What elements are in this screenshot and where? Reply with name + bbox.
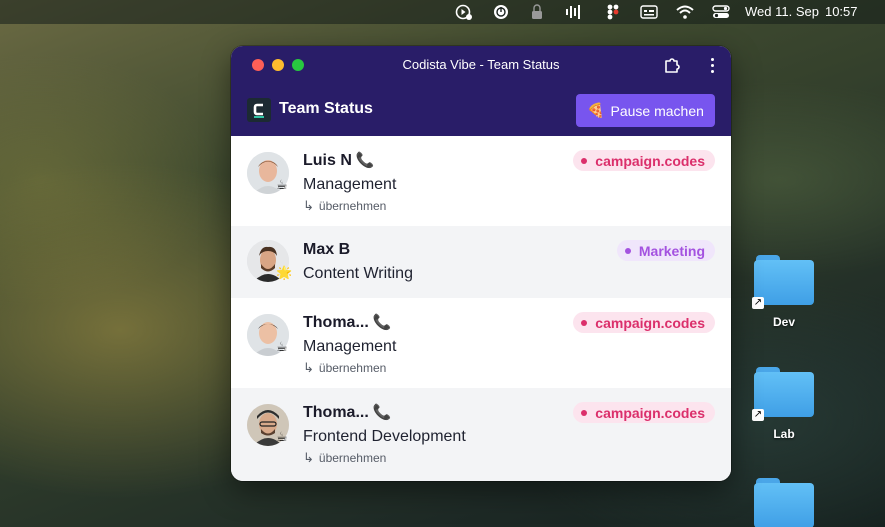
folder-icon bbox=[754, 478, 814, 527]
phone-icon: 📞 bbox=[372, 314, 392, 331]
project-tag: Marketing bbox=[616, 240, 715, 261]
window-header: Codista Vibe - Team Status Team Status 🍕… bbox=[231, 46, 731, 136]
status-coffee-icon: ☕ bbox=[276, 339, 288, 354]
codista-logo bbox=[247, 98, 271, 122]
status-coffee-icon: ☕ bbox=[276, 177, 288, 192]
status-star-icon: 🌟 bbox=[276, 265, 293, 280]
member-department: Frontend Development bbox=[303, 428, 466, 445]
pause-button-label: Pause machen bbox=[610, 102, 704, 119]
menu-bar-date: Wed 11. Sep bbox=[745, 4, 819, 19]
more-options-icon[interactable] bbox=[707, 56, 717, 74]
return-arrow-icon: ↳ bbox=[303, 360, 314, 375]
return-arrow-icon: ↳ bbox=[303, 450, 314, 465]
phone-icon: 📞 bbox=[372, 404, 392, 421]
takeover-link[interactable]: ↳ übernehmen bbox=[303, 360, 386, 376]
folder-label: Lab bbox=[773, 427, 795, 441]
app-title: Team Status bbox=[279, 100, 373, 117]
takeover-link[interactable]: ↳ übernehmen bbox=[303, 198, 386, 214]
alias-arrow-icon: ↗ bbox=[752, 409, 764, 421]
takeover-link[interactable]: ↳ übernehmen bbox=[303, 450, 386, 466]
control-center-icon[interactable] bbox=[712, 3, 730, 21]
team-status-window: Codista Vibe - Team Status Team Status 🍕… bbox=[231, 46, 731, 481]
return-arrow-icon: ↳ bbox=[303, 198, 314, 213]
desktop-folder-dev[interactable]: ↗ Dev bbox=[752, 255, 814, 329]
team-member-row[interactable]: ☕ Thoma... 📞 Frontend Development ↳ überne… bbox=[231, 388, 731, 481]
screen-record-icon[interactable] bbox=[455, 3, 473, 21]
lock-battery-icon[interactable] bbox=[528, 3, 546, 21]
member-name: Thoma... 📞 bbox=[303, 314, 392, 331]
member-name: Max B bbox=[303, 241, 351, 258]
member-department: Management bbox=[303, 176, 397, 193]
member-department: Management bbox=[303, 338, 397, 355]
project-tag: campaign.codes bbox=[573, 312, 715, 333]
keyboard-icon[interactable] bbox=[640, 3, 658, 21]
window-title: Codista Vibe - Team Status bbox=[402, 57, 560, 72]
team-member-row[interactable]: 🌟 Max B Content Writing Marketing bbox=[231, 226, 731, 298]
folder-label: Dev bbox=[772, 315, 795, 329]
desktop-folder-lab[interactable]: ↗ Lab bbox=[752, 367, 814, 441]
alias-arrow-icon: ↗ bbox=[752, 297, 764, 309]
power-icon[interactable] bbox=[492, 3, 510, 21]
team-member-row[interactable]: ☕ Luis N 📞 Management ↳ übernehmen campaig… bbox=[231, 136, 731, 226]
member-name: Luis N 📞 bbox=[303, 152, 375, 169]
folder-icon: ↗ bbox=[752, 255, 814, 309]
project-tag: campaign.codes bbox=[573, 402, 715, 423]
member-department: Content Writing bbox=[303, 265, 413, 282]
wifi-icon[interactable] bbox=[676, 3, 694, 21]
pizza-icon: 🍕 bbox=[587, 102, 605, 118]
menu-bar: Wed 11. Sep 10:57 bbox=[0, 0, 885, 24]
pause-button[interactable]: 🍕 Pause machen bbox=[576, 94, 715, 127]
team-member-list: ☕ Luis N 📞 Management ↳ übernehmen campaig… bbox=[231, 136, 731, 481]
menu-bar-time: 10:57 bbox=[824, 4, 858, 19]
folder-icon: ↗ bbox=[752, 367, 814, 421]
team-member-row[interactable]: ☕ Thoma... 📞 Management ↳ übernehmen campa… bbox=[231, 298, 731, 388]
audio-waves-icon[interactable] bbox=[565, 3, 583, 21]
desktop-folder[interactable] bbox=[754, 478, 814, 527]
extensions-puzzle-icon[interactable] bbox=[663, 56, 681, 74]
menu-bar-clock[interactable]: Wed 11. Sep 10:57 bbox=[745, 4, 864, 19]
phone-icon: 📞 bbox=[355, 152, 375, 169]
project-tag: campaign.codes bbox=[573, 150, 715, 171]
member-name: Thoma... 📞 bbox=[303, 404, 392, 421]
status-coffee-icon: ☕ bbox=[276, 429, 288, 444]
figma-icon[interactable] bbox=[604, 3, 622, 21]
